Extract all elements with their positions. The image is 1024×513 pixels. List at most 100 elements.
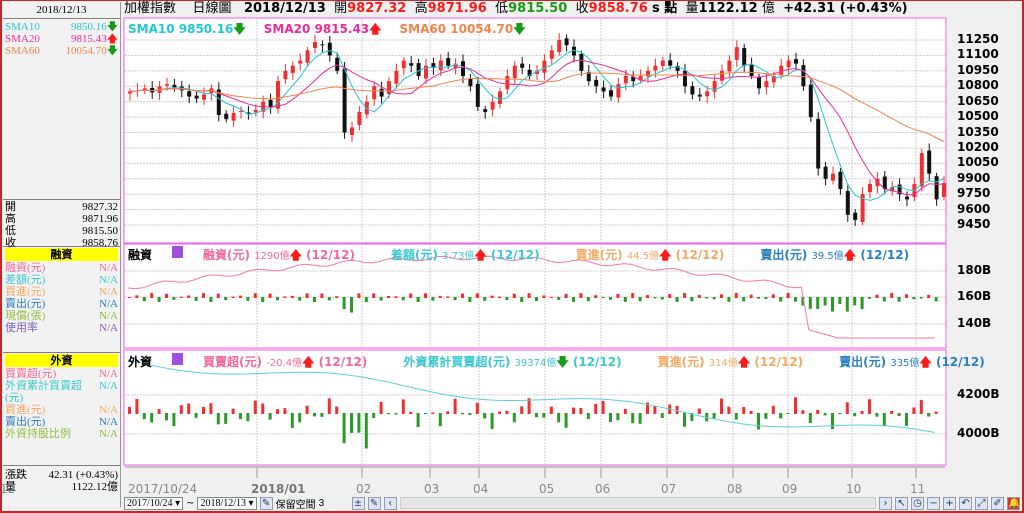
foreign-bar bbox=[757, 413, 760, 430]
margin-bar bbox=[675, 297, 679, 302]
cursor-icon[interactable]: ↖ bbox=[895, 496, 908, 510]
margin-bar bbox=[890, 293, 894, 298]
draw-icon[interactable]: ✐ bbox=[991, 496, 1004, 510]
margin-bar bbox=[209, 297, 213, 302]
margin-bar bbox=[261, 297, 265, 302]
foreign-bar bbox=[727, 406, 731, 414]
margin-bar bbox=[623, 297, 627, 302]
foreign-bar bbox=[609, 413, 612, 422]
margin-bar bbox=[475, 293, 479, 298]
item-date: (12/12) bbox=[306, 248, 355, 262]
margin-bar bbox=[157, 297, 161, 302]
margin-bar bbox=[609, 297, 612, 300]
margin-bar bbox=[742, 297, 746, 302]
margin-bar bbox=[187, 295, 191, 298]
undo-icon[interactable]: ↶ bbox=[959, 496, 972, 510]
margin-bar bbox=[179, 296, 183, 298]
margin-bar bbox=[705, 297, 709, 299]
candle-body bbox=[438, 60, 443, 71]
panel-title: 外資 bbox=[128, 355, 153, 369]
foreign-bar bbox=[579, 407, 583, 414]
candle-body bbox=[342, 68, 347, 133]
fit-icon[interactable]: ⤢ bbox=[975, 496, 988, 510]
candle-body bbox=[446, 58, 451, 66]
margin-bar bbox=[350, 297, 353, 313]
candle-body bbox=[697, 94, 702, 97]
panel-item: 差額(元) 3.73億🡅 (12/12) bbox=[391, 246, 540, 267]
margin-bar bbox=[919, 297, 923, 299]
foreign-bar bbox=[557, 413, 561, 423]
stepper-icon[interactable]: ± bbox=[351, 496, 365, 510]
foreign-bar bbox=[831, 413, 834, 430]
start-date-picker[interactable]: 2017/10/24 ▾ bbox=[124, 496, 184, 510]
paint-icon[interactable]: ✎ bbox=[367, 496, 381, 510]
margin-bar bbox=[757, 297, 760, 299]
scroll-right-button[interactable]: › bbox=[879, 496, 892, 510]
margin-bar bbox=[231, 296, 235, 298]
margin-bar bbox=[357, 293, 361, 298]
candle-body bbox=[683, 70, 687, 87]
bell-icon[interactable]: 🔔 bbox=[1007, 496, 1020, 510]
margin-bar bbox=[276, 297, 279, 301]
margin-bar bbox=[416, 297, 420, 302]
margin-bar bbox=[283, 296, 287, 298]
candle-body bbox=[320, 44, 325, 46]
margin-bar bbox=[239, 295, 242, 298]
margin-bar bbox=[838, 297, 842, 305]
horizontal-scrollbar[interactable] bbox=[399, 497, 876, 509]
foreign-bar bbox=[927, 413, 931, 417]
arrow-up-icon: 🡅 bbox=[659, 248, 672, 262]
y-tick-label: 10200 bbox=[957, 139, 999, 154]
margin-bar bbox=[505, 297, 509, 301]
list-icon[interactable] bbox=[172, 246, 184, 258]
margin-bar bbox=[564, 293, 568, 298]
foreign-panel-legend: 外資 買賣超(元) -20.4億🡅 (12/12) 外資累計買賣超(元) 39374… bbox=[128, 353, 1007, 374]
foreign-bar bbox=[327, 398, 331, 414]
foreign-bar bbox=[675, 405, 679, 414]
foreign-bar bbox=[838, 413, 842, 415]
item-label: 買進(元) bbox=[657, 355, 705, 369]
list-icon[interactable] bbox=[172, 353, 184, 365]
foreign-y-tick: 4000B bbox=[957, 426, 1000, 440]
foreign-bar bbox=[934, 411, 938, 414]
foreign-bar bbox=[187, 403, 191, 414]
margin-bar bbox=[298, 297, 302, 301]
legend-sma: SMA10 9850.16🡇 bbox=[128, 20, 246, 41]
scroll-left-button[interactable]: ‹ bbox=[383, 496, 397, 510]
y-tick-label: 10500 bbox=[957, 109, 999, 124]
arrow-up-icon: 🡅 bbox=[843, 248, 857, 262]
item-value: 44.5億 bbox=[626, 251, 660, 262]
panel-item: 融資(元) 1290億🡅 (12/12) bbox=[203, 246, 355, 267]
foreign-bar bbox=[202, 406, 205, 414]
margin-bar bbox=[387, 296, 390, 298]
zoom-in-icon[interactable]: + bbox=[943, 496, 956, 510]
candle-body bbox=[668, 60, 673, 66]
margin-bar bbox=[660, 297, 664, 300]
zoom-out-icon[interactable]: − bbox=[927, 496, 940, 510]
foreign-bar bbox=[483, 413, 487, 419]
candle-body bbox=[483, 109, 488, 112]
foreign-y-tick: 4200B bbox=[957, 387, 1000, 401]
candle-body bbox=[409, 63, 414, 66]
foreign-bar bbox=[749, 410, 753, 414]
margin-bar bbox=[224, 297, 228, 301]
margin-bar bbox=[372, 293, 376, 298]
margin-bar bbox=[438, 295, 442, 298]
foreign-bar bbox=[216, 413, 220, 425]
margin-bar bbox=[468, 297, 472, 302]
y-tick-label: 10350 bbox=[957, 124, 999, 139]
foreign-bar bbox=[313, 413, 316, 417]
candle-body bbox=[557, 40, 562, 52]
item-label: 買賣超(元) bbox=[203, 355, 262, 369]
end-date-picker[interactable]: 2018/12/13 ▾ bbox=[197, 496, 257, 510]
y-tick-label: 10800 bbox=[957, 78, 999, 93]
foreign-bar bbox=[764, 413, 768, 419]
clock-icon[interactable]: ◷ bbox=[911, 496, 924, 510]
item-label: 買進(元) bbox=[575, 248, 623, 262]
y-tick-label: 9750 bbox=[957, 186, 991, 201]
paint-icon[interactable]: ✎ bbox=[259, 496, 273, 510]
foreign-bar bbox=[142, 413, 146, 420]
foreign-bar bbox=[394, 413, 398, 415]
item-label: 賣出(元) bbox=[760, 248, 808, 262]
reserve-space-input[interactable] bbox=[318, 496, 349, 510]
